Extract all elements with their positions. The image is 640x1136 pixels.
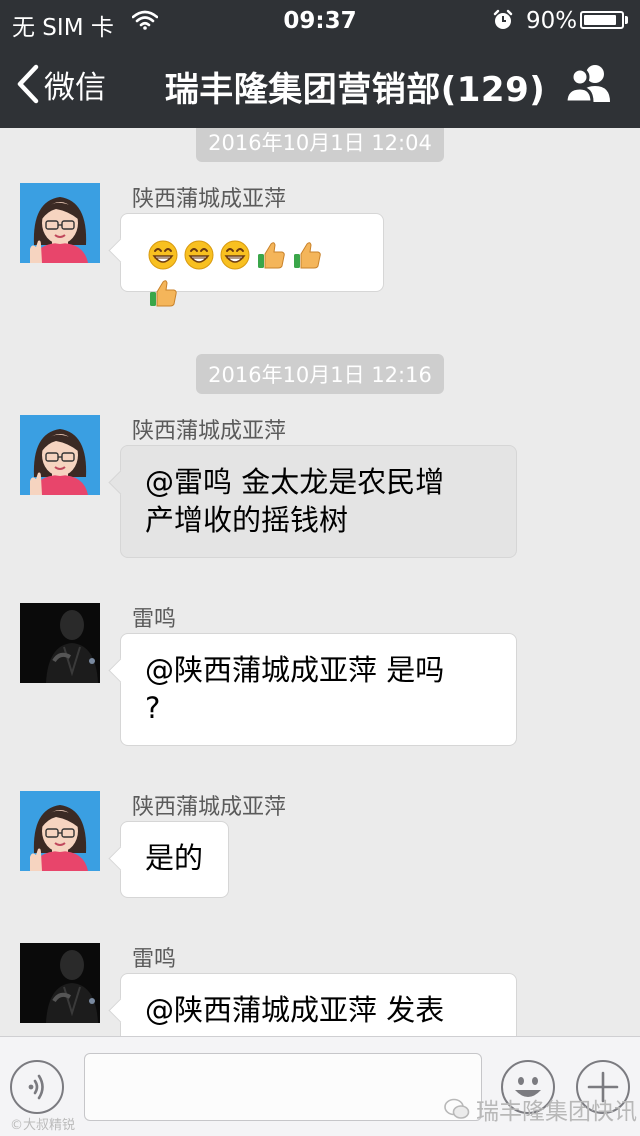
message-line: @陕西蒲城成亚萍 是吗 <box>145 653 445 687</box>
thumbs-up-icon <box>293 242 321 269</box>
avatar-cartoon-woman[interactable] <box>20 183 100 263</box>
thumbs-up-icon <box>257 242 285 269</box>
avatar-dark-photo[interactable] <box>20 943 100 1023</box>
timestamp-label: 2016年10月1日 12:16 <box>196 354 444 394</box>
message-bubble[interactable] <box>120 213 384 307</box>
thumbs-up-icon <box>149 280 177 307</box>
grin-emoji-icon <box>220 240 250 270</box>
battery-fill <box>584 15 616 25</box>
sender-name: 陕西蒲城成亚萍 <box>132 795 287 820</box>
timestamp: 2016年10月1日 12:04 <box>0 128 640 162</box>
message-bubble[interactable]: @陕西蒲城成亚萍 是吗 ? <box>120 633 517 746</box>
timestamp: 2016年10月1日 12:16 <box>0 354 640 394</box>
message-bubble[interactable]: @雷鸣 金太龙是农民增 产增收的摇钱树 <box>120 445 517 558</box>
top-bar: 无 SIM 卡 09:37 90% 微信 瑞丰隆集团营销部(129) <box>0 0 640 128</box>
watermark-left: ©大叔精锐 <box>10 1118 76 1133</box>
message-line: 产增收的摇钱树 <box>145 503 349 537</box>
avatar-cartoon-woman[interactable] <box>20 415 100 495</box>
message-bubble[interactable]: @陕西蒲城成亚萍 发表 <box>120 973 517 1036</box>
avatar-cartoon-woman[interactable] <box>20 791 100 871</box>
message-line: 是的 <box>145 841 204 875</box>
avatar-dark-photo[interactable] <box>20 603 100 683</box>
watermark-text: 瑞丰隆集团快讯 <box>476 1099 637 1125</box>
voice-icon <box>28 1074 44 1100</box>
status-bar: 无 SIM 卡 09:37 90% <box>0 0 640 41</box>
back-label: 微信 <box>44 69 106 106</box>
sender-name: 雷鸣 <box>132 947 177 972</box>
message-line: @雷鸣 金太龙是农民增 <box>145 465 445 499</box>
alarm-icon <box>492 9 514 37</box>
wechat-logo-icon <box>444 1098 470 1119</box>
message-bubble[interactable]: 是的 <box>120 821 229 898</box>
grin-emoji-icon <box>184 240 214 270</box>
battery-tip <box>625 16 628 24</box>
chat-area[interactable]: 2016年10月1日 12:04 陕西蒲城成亚萍 2016年10月1日 12:1… <box>0 128 640 1036</box>
chevron-left-icon <box>17 64 39 104</box>
voice-button[interactable] <box>10 1060 64 1114</box>
watermark-right: 瑞丰隆集团快讯 <box>444 1092 637 1126</box>
battery-percent: 90% <box>526 8 578 34</box>
message-line: ? <box>145 691 161 725</box>
nav-bar: 微信 瑞丰隆集团营销部(129) <box>0 40 640 128</box>
message-input[interactable] <box>84 1053 482 1121</box>
message-line: @陕西蒲城成亚萍 发表 <box>145 993 445 1027</box>
timestamp-label: 2016年10月1日 12:04 <box>196 128 444 162</box>
sender-name: 陕西蒲城成亚萍 <box>132 419 287 444</box>
group-info-button[interactable] <box>564 62 618 106</box>
chat-title: 瑞丰隆集团营销部(129) <box>164 70 546 110</box>
battery-icon <box>580 11 624 29</box>
back-button[interactable]: 微信 <box>16 64 106 106</box>
sender-name: 陕西蒲城成亚萍 <box>132 187 287 212</box>
sender-name: 雷鸣 <box>132 607 177 632</box>
grin-emoji-icon <box>148 240 178 270</box>
group-members-icon <box>564 65 610 104</box>
